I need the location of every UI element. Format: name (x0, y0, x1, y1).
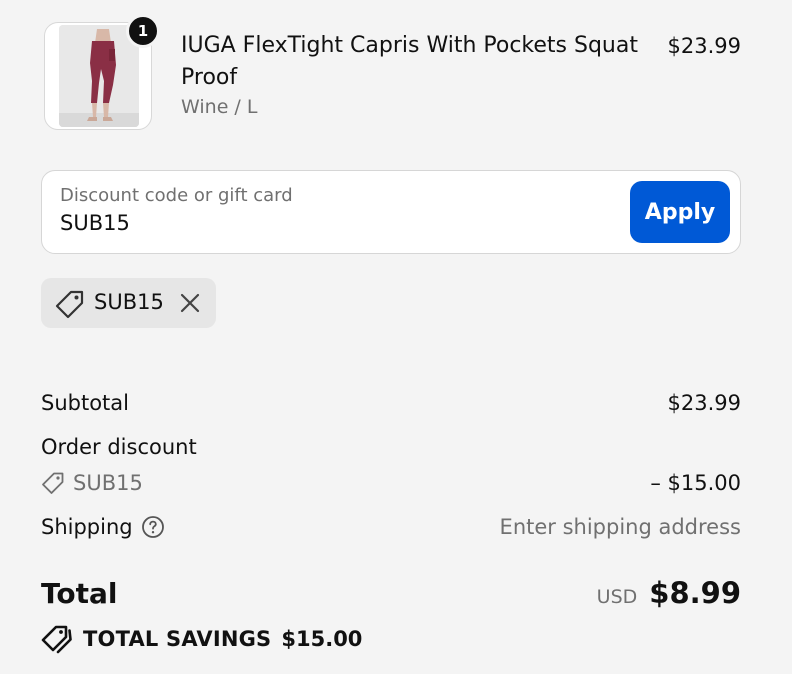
product-name: IUGA FlexTight Capris With Pockets Squat… (181, 33, 638, 90)
order-discount-code-text: SUB15 (73, 471, 143, 495)
capris-model-image (59, 25, 139, 127)
order-discount-value: – $15.00 (650, 471, 741, 495)
subtotal-value: $23.99 (667, 391, 741, 415)
total-savings: TOTAL SAVINGS $15.00 (41, 624, 362, 654)
total-value: USD $8.99 (597, 576, 741, 610)
tag-icon (55, 290, 84, 319)
quantity-badge: 1 (126, 14, 160, 48)
discount-field-label: Discount code or gift card (60, 185, 293, 206)
product-variant: Wine / L (181, 96, 258, 118)
product-price: $23.99 (667, 34, 741, 58)
total-savings-amount: $15.00 (281, 627, 363, 651)
total-amount: $8.99 (649, 576, 741, 610)
shipping-label: Shipping (41, 515, 133, 539)
total-savings-label: TOTAL SAVINGS (83, 627, 272, 651)
applied-discount-chip: SUB15 (41, 278, 216, 328)
subtotal-label: Subtotal (41, 391, 129, 415)
shipping-value: Enter shipping address (499, 515, 741, 539)
tags-icon (41, 625, 72, 654)
tag-icon (42, 472, 64, 494)
total-label: Total (41, 577, 118, 610)
help-icon[interactable] (141, 515, 165, 539)
order-summary: 1 IUGA FlexTight Capris With Pockets Squ… (0, 0, 792, 674)
product-image (59, 25, 139, 127)
applied-code-label: SUB15 (94, 290, 164, 314)
discount-code-input[interactable] (60, 211, 600, 235)
apply-button[interactable]: Apply (630, 181, 730, 243)
order-discount-label: Order discount (41, 435, 197, 459)
discount-code-field[interactable]: Discount code or gift card Apply (41, 170, 741, 254)
close-icon[interactable] (177, 290, 203, 316)
shipping-row: Shipping (41, 515, 165, 539)
total-currency: USD (596, 586, 638, 608)
order-discount-code: SUB15 (41, 471, 143, 495)
